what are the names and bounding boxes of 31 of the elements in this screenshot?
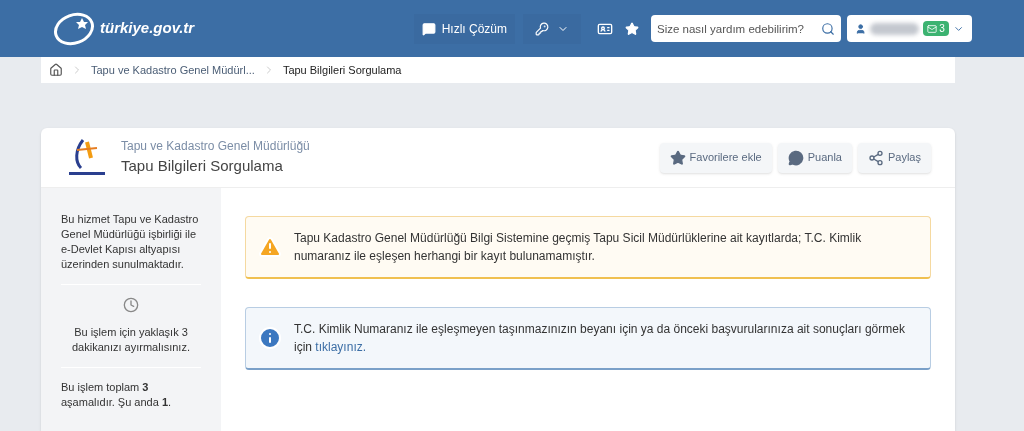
logo-text[interactable]: türkiye.gov.tr (100, 17, 195, 40)
info-icon (258, 326, 282, 350)
share-icon (867, 149, 884, 166)
alert-message: Tapu Kadastro Genel Müdürlüğü Bilgi Sistemine geçmiş Tapu Sicil Müdürlüklerine ait kayıtlarda; T.C. Kimlik numaranız ile eşleşen herhangi bir kayıt bulunamamıştır. (294, 230, 863, 265)
chat-icon (421, 21, 436, 36)
clock-icon (123, 297, 139, 313)
share-button[interactable]: Paylaş (857, 142, 931, 173)
alert-message: T.C. Kimlik Numaranız ile eşleşmeyen taşınmazınızın beyanı için ya da önceki başvurularınıza ait sonuçları görmek için tıklayınız. (294, 321, 906, 356)
favorite-button[interactable]: Favorilere ekle (659, 142, 772, 173)
user-icon (855, 22, 867, 35)
logo-icon (52, 11, 96, 46)
home-icon[interactable] (49, 63, 63, 77)
breadcrumb-link[interactable]: Tapu ve Kadastro Genel Müdürl... (91, 61, 255, 79)
key-icon (535, 21, 549, 36)
rate-button[interactable]: Puanla (777, 142, 852, 173)
sidebar-note: Bu işlem için yaklaşık 3 dakikanızı ayırmalısınız. (71, 325, 191, 355)
quick-solution-button[interactable]: Hızlı Çözüm (413, 13, 515, 44)
star-icon (625, 21, 639, 36)
blurred-name (870, 22, 920, 35)
sidebar-note: Bu işlem toplam 3 aşamalıdır. Şu anda 1. (61, 380, 173, 410)
key-menu-button[interactable] (523, 13, 581, 44)
star-icon (669, 149, 686, 166)
search-icon[interactable] (821, 21, 835, 36)
speech-bubble-icon (787, 149, 804, 166)
message-count-badge: 3 (923, 21, 949, 36)
institution-name: Tapu ve Kadastro Genel Müdürlüğü (121, 138, 310, 156)
warning-icon (258, 235, 282, 259)
page-title: Tapu Bilgileri Sorgulama (121, 156, 284, 177)
click-here-link[interactable]: tıklayınız. (315, 340, 367, 354)
sidebar-note: Bu hizmet Tapu ve Kadastro Genel Müdürlüğü işbirliği ile e-Devlet Kapısı altyapısı üzerinden sunulmaktadır. (61, 212, 200, 272)
search-field[interactable]: Size nasıl yardım edebilirim? (651, 15, 841, 42)
